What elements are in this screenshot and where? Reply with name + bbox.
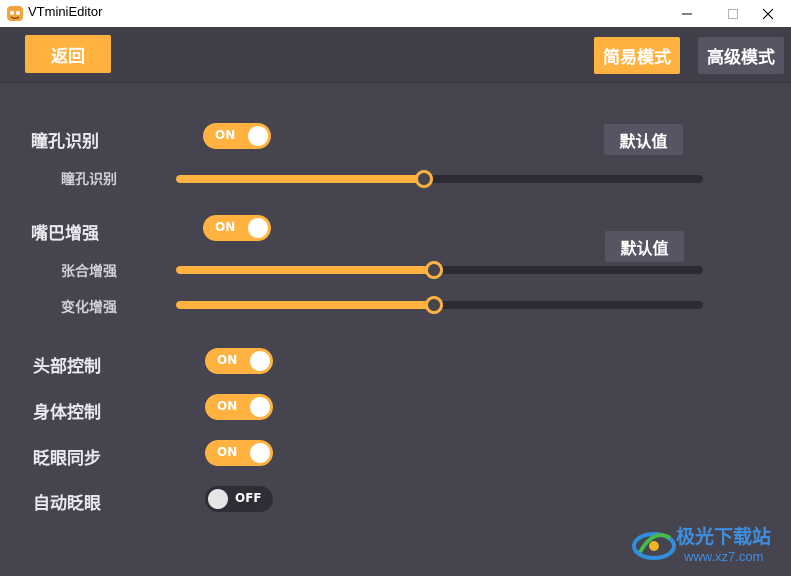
pupil-default-button[interactable]: 默认值 xyxy=(604,124,683,155)
pupil-recognition-toggle[interactable]: ON xyxy=(203,123,271,149)
minimize-button[interactable] xyxy=(664,0,710,27)
toolbar: 返回 简易模式 高级模式 xyxy=(0,27,791,83)
head-control-toggle[interactable]: ON xyxy=(205,348,273,374)
slider-thumb[interactable] xyxy=(425,296,444,314)
simple-mode-button[interactable]: 简易模式 xyxy=(594,37,680,74)
title-bar: VTminiEditor xyxy=(0,0,791,27)
body-control-label: 身体控制 xyxy=(33,403,101,423)
toggle-state-text: OFF xyxy=(235,491,262,505)
auto-blink-toggle[interactable]: OFF xyxy=(205,486,273,512)
mouth-open-slider[interactable] xyxy=(176,261,703,279)
toggle-knob xyxy=(208,489,228,509)
mouth-change-slider-label: 变化增强 xyxy=(61,300,117,316)
slider-thumb[interactable] xyxy=(414,170,433,188)
body-control-toggle[interactable]: ON xyxy=(205,394,273,420)
blink-sync-toggle[interactable]: ON xyxy=(205,440,273,466)
mouth-change-slider[interactable] xyxy=(176,296,703,314)
watermark-logo-icon xyxy=(632,532,676,560)
maximize-icon xyxy=(728,8,738,19)
watermark-text: 极光下载站 xyxy=(676,526,772,548)
mouth-open-slider-label: 张合增强 xyxy=(61,264,117,280)
window-title: VTminiEditor xyxy=(28,4,103,19)
pupil-slider[interactable] xyxy=(176,170,703,188)
toggle-knob xyxy=(250,351,270,371)
close-icon xyxy=(762,8,774,19)
toggle-knob xyxy=(248,126,268,146)
close-button[interactable] xyxy=(745,0,791,27)
auto-blink-label: 自动眨眼 xyxy=(33,494,101,514)
pupil-recognition-label: 瞳孔识别 xyxy=(31,132,99,152)
toggle-state-text: ON xyxy=(217,399,238,413)
mouth-default-button[interactable]: 默认值 xyxy=(605,231,684,262)
mouth-enhance-label: 嘴巴增强 xyxy=(31,224,99,244)
watermark: 极光下载站 www.xz7.com xyxy=(630,520,785,570)
watermark-url: www.xz7.com xyxy=(684,549,764,564)
toggle-knob xyxy=(250,443,270,463)
toggle-state-text: ON xyxy=(217,353,238,367)
slider-fill xyxy=(176,301,435,309)
app-logo-icon xyxy=(7,6,23,21)
minimize-icon xyxy=(682,13,692,14)
toggle-state-text: ON xyxy=(215,128,236,142)
slider-thumb[interactable] xyxy=(425,261,444,279)
head-control-label: 头部控制 xyxy=(33,357,101,377)
slider-fill xyxy=(176,266,435,274)
toggle-knob xyxy=(250,397,270,417)
slider-fill xyxy=(176,175,424,183)
mouth-enhance-toggle[interactable]: ON xyxy=(203,215,271,241)
toggle-state-text: ON xyxy=(215,220,236,234)
toggle-state-text: ON xyxy=(217,445,238,459)
advanced-mode-button[interactable]: 高级模式 xyxy=(698,37,784,74)
pupil-slider-label: 瞳孔识别 xyxy=(61,172,117,188)
back-button[interactable]: 返回 xyxy=(25,35,111,73)
toggle-knob xyxy=(248,218,268,238)
blink-sync-label: 眨眼同步 xyxy=(33,449,101,469)
